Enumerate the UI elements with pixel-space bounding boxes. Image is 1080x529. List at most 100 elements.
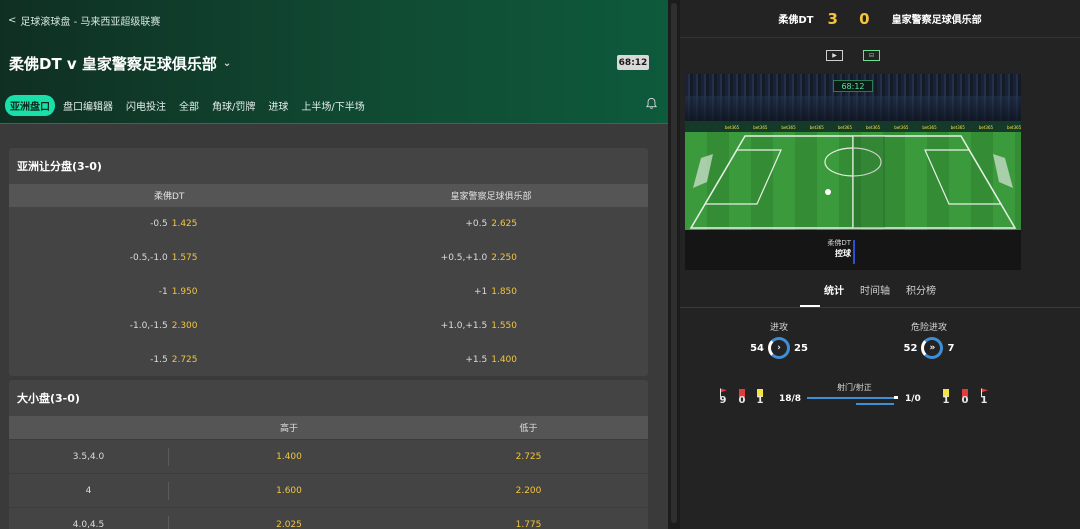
away-line: +1.5 bbox=[465, 355, 488, 365]
home-odds[interactable]: 2.725 bbox=[172, 355, 198, 365]
tracker-clock: 68:12 bbox=[833, 80, 873, 92]
scrollbar[interactable] bbox=[671, 3, 677, 523]
home-odds[interactable]: 1.950 bbox=[172, 287, 198, 297]
home-selection[interactable]: -0.5 1.425 bbox=[9, 219, 329, 229]
away-corners: 1 bbox=[980, 395, 988, 406]
away-odds[interactable]: 2.625 bbox=[491, 219, 517, 229]
home-line: -1.0,-1.5 bbox=[129, 321, 168, 331]
over-odds[interactable]: 2.025 bbox=[169, 520, 409, 529]
home-line: -0.5,-1.0 bbox=[129, 253, 168, 263]
asian-handicap-row: -0.5,-1.0 1.575 +0.5,+1.0 2.250 bbox=[9, 241, 648, 275]
attack-ring-icon: › bbox=[768, 337, 790, 359]
home-odds[interactable]: 1.575 bbox=[172, 253, 198, 263]
over-under-row: 4.0,4.5 2.025 1.775 bbox=[9, 507, 648, 529]
away-selection[interactable]: +1.5 1.400 bbox=[329, 355, 649, 365]
over-odds[interactable]: 1.600 bbox=[169, 486, 409, 496]
over-under-card: 大小盘(3-0) 高于 低于 3.5,4.0 1.400 2.725 4 1.600 2.… bbox=[9, 380, 648, 529]
tab-asian-markets[interactable]: 亚洲盘口 bbox=[5, 95, 55, 116]
away-selection[interactable]: +0.5 2.625 bbox=[329, 219, 649, 229]
tab-standings[interactable]: 积分榜 bbox=[898, 282, 944, 297]
ball-icon bbox=[825, 189, 831, 195]
ad-board-text: bet365 bbox=[978, 124, 994, 130]
tab-timeline[interactable]: 时间轴 bbox=[852, 282, 898, 297]
attacks-home: 54 bbox=[750, 342, 764, 354]
video-icon[interactable]: ▶ bbox=[826, 50, 843, 61]
away-yellow-cards: 1 bbox=[942, 395, 950, 406]
ad-board-text: bet365 bbox=[894, 124, 909, 130]
away-odds[interactable]: 1.550 bbox=[491, 321, 517, 331]
possession-team: 柔佛DT bbox=[827, 239, 851, 247]
away-team-column: 皇家警察足球俱乐部 bbox=[450, 192, 532, 202]
tab-all[interactable]: 全部 bbox=[174, 95, 204, 116]
away-red-cards: 0 bbox=[961, 395, 969, 406]
away-selection[interactable]: +1 1.850 bbox=[329, 287, 649, 297]
under-odds[interactable]: 1.775 bbox=[409, 520, 648, 529]
bell-icon[interactable] bbox=[645, 97, 658, 110]
home-selection[interactable]: -1.0,-1.5 2.300 bbox=[9, 321, 329, 331]
home-odds[interactable]: 1.425 bbox=[172, 219, 198, 229]
away-odds[interactable]: 1.850 bbox=[491, 287, 517, 297]
tab-flash-bet[interactable]: 闪电投注 bbox=[121, 95, 171, 116]
asian-handicap-row: -1.5 2.725 +1.5 1.400 bbox=[9, 343, 648, 376]
dangerous-attacks-label: 危险进攻 bbox=[910, 323, 947, 333]
attacks-stat: 进攻 54 › 25 bbox=[734, 320, 824, 359]
away-selection[interactable]: +1.0,+1.5 1.550 bbox=[329, 321, 649, 331]
live-panel: 柔佛DT 3 0 皇家警察足球俱乐部 ▶ ⊟ 68:12 bet365 bet36… bbox=[680, 0, 1080, 529]
asian-handicap-row: -0.5 1.425 +0.5 2.625 bbox=[9, 207, 648, 241]
match-clock: 68:12 bbox=[617, 55, 649, 70]
back-chevron-icon[interactable]: < bbox=[8, 15, 16, 26]
over-column: 高于 bbox=[279, 424, 298, 434]
breadcrumb[interactable]: < 足球滚球盘 - 马来西亚超级联赛 bbox=[8, 13, 160, 28]
tab-corners-cards[interactable]: 角球/罚牌 bbox=[207, 95, 260, 116]
home-selection[interactable]: -1 1.950 bbox=[9, 287, 329, 297]
home-odds[interactable]: 2.300 bbox=[172, 321, 198, 331]
breadcrumb-path[interactable]: 足球滚球盘 - 马来西亚超级联赛 bbox=[20, 13, 160, 28]
home-line: -1 bbox=[158, 287, 168, 297]
away-line: +1.0,+1.5 bbox=[440, 321, 488, 331]
possession-info: 柔佛DT 控球 bbox=[811, 238, 851, 259]
markets-panel: < 足球滚球盘 - 马来西亚超级联赛 柔佛DT v 皇家警察足球俱乐部 ⌄ 68… bbox=[0, 0, 668, 529]
pitch-view-icon[interactable]: ⊟ bbox=[863, 50, 880, 61]
dangerous-attack-ring-icon: » bbox=[921, 337, 944, 359]
away-odds[interactable]: 2.250 bbox=[491, 253, 517, 263]
away-line: +1 bbox=[473, 287, 488, 297]
shots-label: 射门/射正 bbox=[837, 383, 872, 392]
total-line: 4.0,4.5 bbox=[9, 515, 169, 529]
ad-board-text: bet365 bbox=[922, 124, 937, 130]
view-switcher: ▶ ⊟ bbox=[826, 50, 880, 61]
ad-board-text: bet365 bbox=[866, 124, 881, 130]
over-under-title[interactable]: 大小盘(3-0) bbox=[9, 380, 648, 416]
home-corners: 9 bbox=[719, 395, 727, 406]
home-team-name: 柔佛DT bbox=[778, 15, 814, 26]
home-yellow-cards: 1 bbox=[756, 395, 764, 406]
under-column: 低于 bbox=[519, 424, 538, 434]
chevron-down-icon[interactable]: ⌄ bbox=[223, 58, 231, 69]
score: 3 0 bbox=[827, 9, 878, 28]
match-title-text[interactable]: 柔佛DT v 皇家警察足球俱乐部 bbox=[9, 53, 217, 74]
over-under-row: 3.5,4.0 1.400 2.725 bbox=[9, 439, 648, 473]
asian-handicap-row: -1 1.950 +1 1.850 bbox=[9, 275, 648, 309]
scoreboard: 柔佛DT 3 0 皇家警察足球俱乐部 bbox=[680, 0, 1080, 38]
tab-stats[interactable]: 统计 bbox=[816, 282, 852, 297]
home-shots: 18/8 bbox=[779, 394, 802, 404]
over-odds[interactable]: 1.400 bbox=[169, 452, 409, 462]
away-selection[interactable]: +0.5,+1.0 2.250 bbox=[329, 253, 649, 263]
home-selection[interactable]: -1.5 2.725 bbox=[9, 355, 329, 365]
away-shots: 1/0 bbox=[905, 394, 921, 404]
away-line: +0.5 bbox=[465, 219, 488, 229]
tab-halves[interactable]: 上半场/下半场 bbox=[296, 95, 369, 116]
away-odds[interactable]: 1.400 bbox=[491, 355, 517, 365]
asian-handicap-columns: 柔佛DT 皇家警察足球俱乐部 bbox=[9, 184, 648, 207]
asian-handicap-title[interactable]: 亚洲让分盘(3-0) bbox=[9, 148, 648, 184]
under-odds[interactable]: 2.200 bbox=[409, 486, 648, 496]
away-line: +0.5,+1.0 bbox=[440, 253, 488, 263]
market-tabs: 亚洲盘口 盘口编辑器 闪电投注 全部 角球/罚牌 进球 上半场/下半场 bbox=[5, 95, 373, 116]
match-title[interactable]: 柔佛DT v 皇家警察足球俱乐部 ⌄ bbox=[9, 53, 231, 74]
ad-board-text: bet365 bbox=[781, 124, 796, 130]
asian-handicap-row: -1.0,-1.5 2.300 +1.0,+1.5 1.550 bbox=[9, 309, 648, 343]
under-odds[interactable]: 2.725 bbox=[409, 452, 648, 462]
match-header: < 足球滚球盘 - 马来西亚超级联赛 柔佛DT v 皇家警察足球俱乐部 ⌄ 68… bbox=[0, 0, 668, 124]
home-selection[interactable]: -0.5,-1.0 1.575 bbox=[9, 253, 329, 263]
tab-goals[interactable]: 进球 bbox=[263, 95, 293, 116]
tab-bet-builder[interactable]: 盘口编辑器 bbox=[58, 95, 118, 116]
